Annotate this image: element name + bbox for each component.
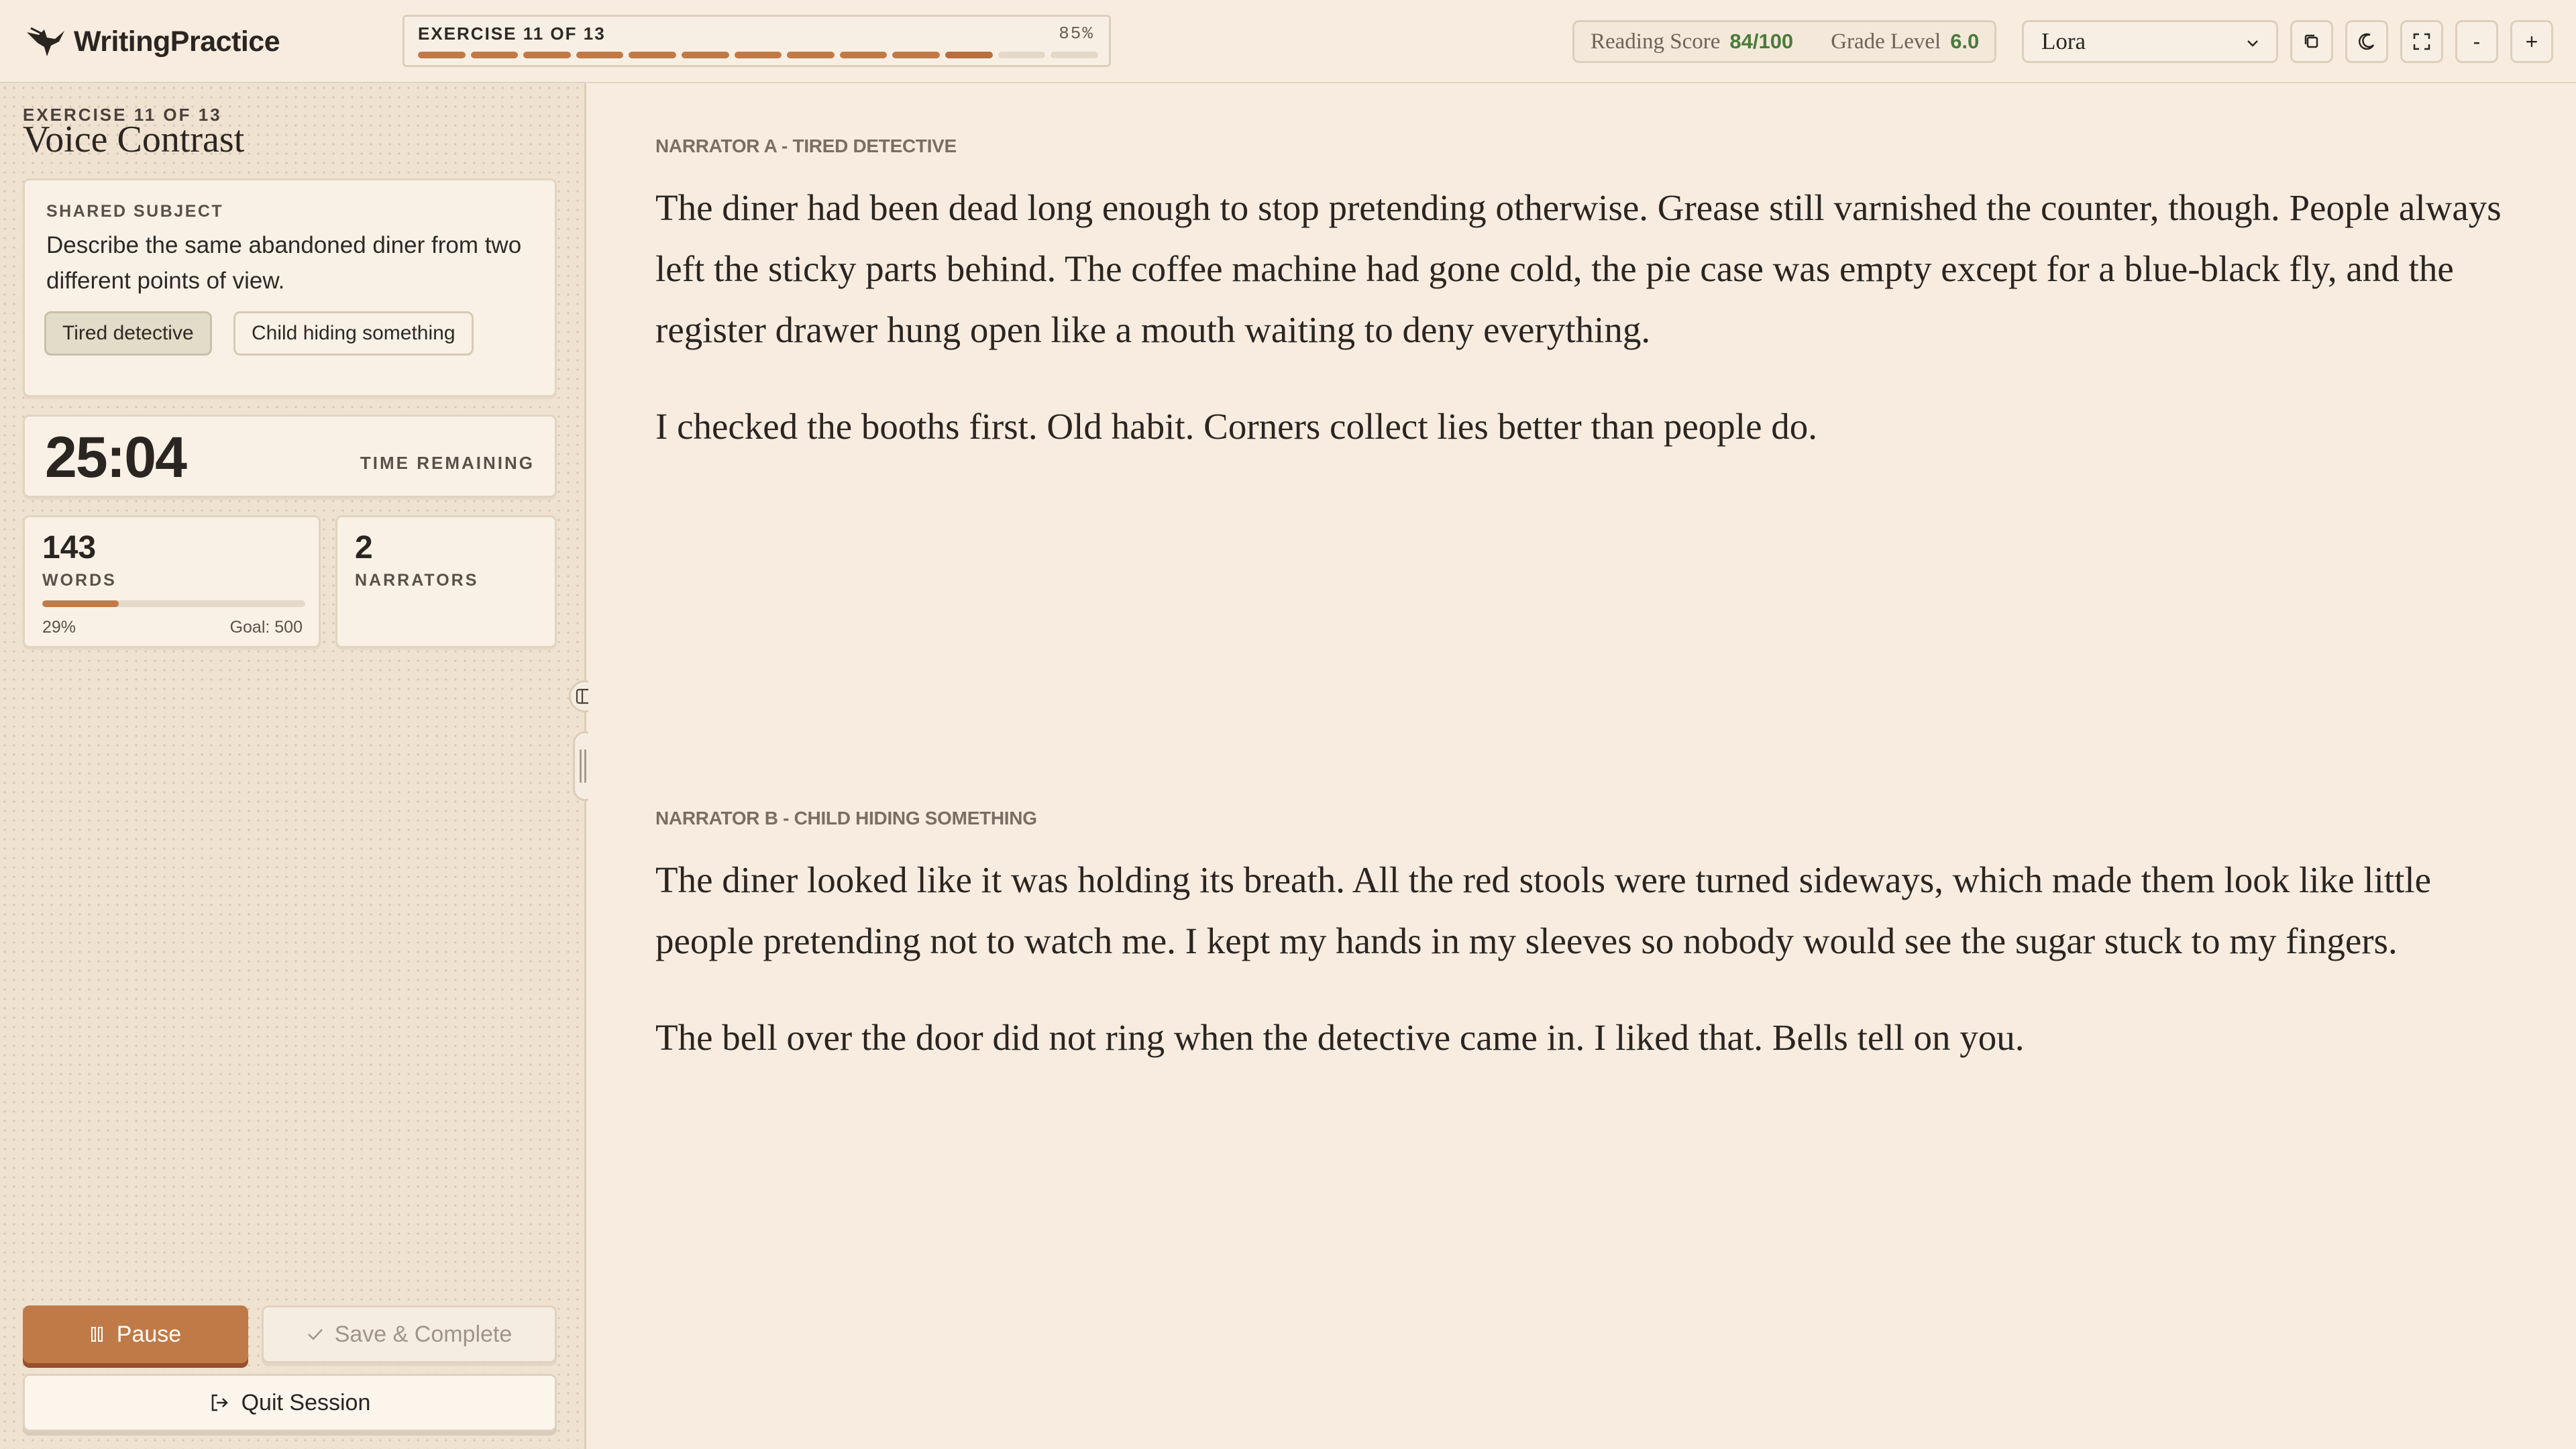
narrator-a-paragraph[interactable]: The diner had been dead long enough to s… <box>655 177 2507 360</box>
pause-button[interactable]: Pause <box>23 1305 248 1363</box>
timer-label: TIME REMAINING <box>360 453 535 473</box>
exercise-progress-label: EXERCISE 11 OF 13 <box>418 23 606 44</box>
progress-segment <box>418 52 466 58</box>
narrators-stat-card: 2 NARRATORS <box>335 515 557 648</box>
grade-level-value: 6.0 <box>1950 30 1980 53</box>
pause-icon <box>91 1327 103 1342</box>
exercise-progress-percent: 85% <box>1059 23 1094 44</box>
progress-segment <box>892 52 941 58</box>
progress-segment <box>839 52 888 58</box>
copy-button[interactable] <box>2290 20 2333 63</box>
exit-icon <box>211 1394 228 1411</box>
narrator-a-passage[interactable]: The diner had been dead long enough to s… <box>655 177 2507 492</box>
narrators-count: 2 <box>355 530 373 566</box>
narrators-label: NARRATORS <box>355 571 479 590</box>
sidebar: EXERCISE 11 OF 13 Voice Contrast SHARED … <box>0 83 586 1449</box>
editor-area[interactable]: NARRATOR A - TIRED DETECTIVE The diner h… <box>588 83 2576 1449</box>
save-complete-button[interactable]: Save & Complete <box>262 1305 557 1363</box>
words-count: 143 <box>42 530 97 566</box>
narrator-b-paragraph[interactable]: The bell over the door did not ring when… <box>655 1007 2507 1068</box>
zoom-out-button[interactable]: - <box>2455 20 2498 63</box>
reading-metrics: Reading Score 84/100 Grade Level 6.0 <box>1572 20 1996 63</box>
progress-segment <box>945 52 993 58</box>
font-select-value: Lora <box>2041 28 2086 54</box>
narrator-a-label: NARRATOR A - TIRED DETECTIVE <box>655 136 957 156</box>
words-goal: Goal: 500 <box>229 618 303 637</box>
pause-label: Pause <box>116 1321 182 1347</box>
dark-mode-button[interactable] <box>2345 20 2388 63</box>
copy-icon <box>2304 34 2318 48</box>
brand-name: WritingPractice <box>74 25 280 58</box>
shared-subject-label: SHARED SUBJECT <box>46 202 224 221</box>
chevron-down-icon <box>2247 40 2258 47</box>
top-bar: WritingPractice EXERCISE 11 OF 13 85% Re… <box>0 0 2576 83</box>
shared-subject-card: SHARED SUBJECT Describe the same abandon… <box>23 178 557 397</box>
check-icon <box>307 1329 323 1340</box>
brand-logo[interactable]: WritingPractice <box>24 20 280 63</box>
exercise-title: Voice Contrast <box>23 119 245 160</box>
progress-segment <box>523 52 571 58</box>
shared-subject-text: Describe the same abandoned diner from t… <box>46 232 522 294</box>
grade-level-label: Grade Level <box>1831 29 1941 54</box>
exercise-progress: EXERCISE 11 OF 13 85% <box>402 15 1111 67</box>
font-select[interactable]: Lora <box>2022 20 2278 63</box>
fullscreen-icon <box>2413 33 2430 50</box>
timer-value: 25:04 <box>45 425 187 490</box>
progress-segment <box>682 52 729 58</box>
words-progress-fill <box>42 600 119 607</box>
progress-segment <box>787 52 835 58</box>
reading-score-value: 84/100 <box>1729 30 1794 53</box>
progress-segment <box>998 52 1046 58</box>
narrator-b-passage[interactable]: The diner looked like it was holding its… <box>655 849 2507 1104</box>
quit-session-label: Quit Session <box>241 1389 371 1415</box>
quit-session-button[interactable]: Quit Session <box>23 1374 557 1432</box>
narrator-b-paragraph[interactable]: The diner looked like it was holding its… <box>655 849 2507 971</box>
zoom-in-button[interactable]: + <box>2510 20 2553 63</box>
words-progress-bar <box>42 600 305 607</box>
chip-child-hiding[interactable]: Child hiding something <box>233 311 474 356</box>
save-complete-label: Save & Complete <box>334 1321 513 1347</box>
fullscreen-button[interactable] <box>2400 20 2443 63</box>
reading-score-label: Reading Score <box>1591 29 1721 54</box>
narrator-b-label: NARRATOR B - CHILD HIDING SOMETHING <box>655 808 1037 828</box>
progress-segment <box>734 52 782 58</box>
progress-segment <box>470 52 519 58</box>
progress-segment <box>576 52 624 58</box>
progress-segments <box>418 52 1098 60</box>
chip-tired-detective[interactable]: Tired detective <box>44 311 212 356</box>
progress-segment <box>629 52 677 58</box>
words-label: WORDS <box>42 571 117 590</box>
words-stat-card: 143 WORDS 29% Goal: 500 <box>23 515 321 648</box>
timer-card: 25:04 TIME REMAINING <box>23 415 557 498</box>
progress-segment <box>1051 52 1098 58</box>
words-percent: 29% <box>42 618 76 637</box>
moon-icon <box>2359 33 2375 50</box>
bird-icon <box>27 27 64 56</box>
narrator-a-paragraph[interactable]: I checked the booths first. Old habit. C… <box>655 396 2507 457</box>
